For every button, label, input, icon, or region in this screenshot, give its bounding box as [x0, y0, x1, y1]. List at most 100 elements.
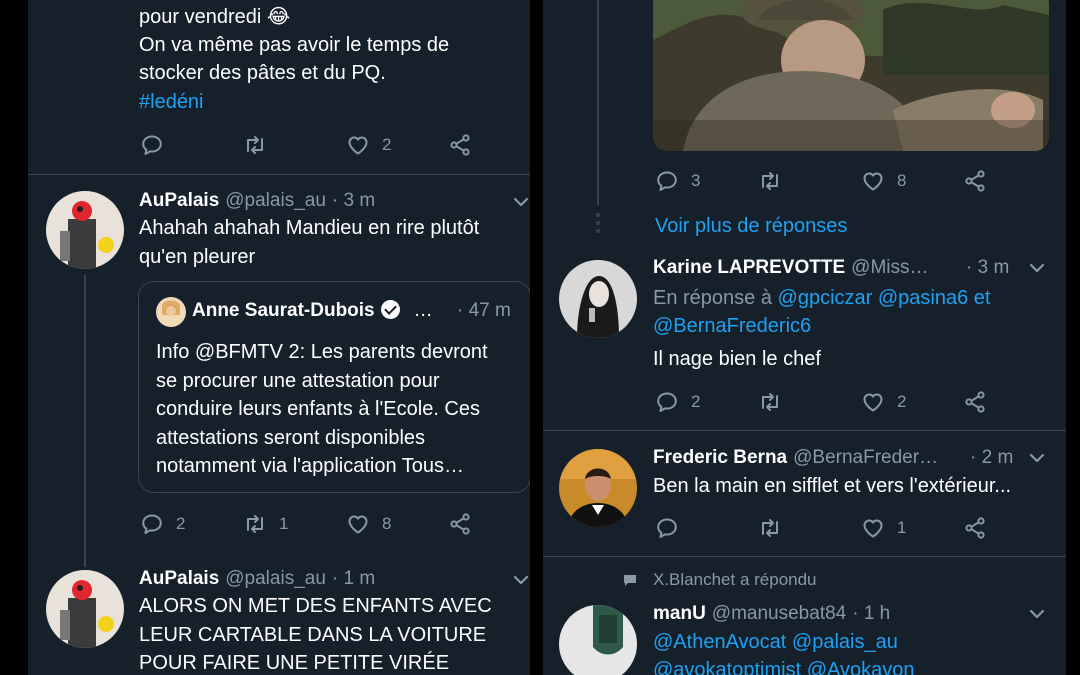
retweet-button[interactable] [758, 166, 782, 196]
like-icon [346, 133, 370, 157]
share-button[interactable] [963, 387, 987, 417]
avatar[interactable] [559, 449, 637, 527]
comment-bubble-icon [622, 572, 638, 593]
share-button[interactable] [448, 130, 472, 160]
chevron-down-icon [1028, 449, 1046, 467]
user-handle[interactable]: @manusebat84 [712, 603, 846, 624]
quoted-avatar [156, 297, 186, 327]
reply-button[interactable]: 2 [655, 387, 700, 417]
divider [543, 556, 1066, 557]
tweet-menu-button[interactable] [1028, 449, 1046, 467]
retweet-icon [243, 512, 267, 536]
tweet-text-line: ALORS ON MET DES ENFANTS AVEC [139, 595, 492, 617]
reply-mentions[interactable]: @BernaFrederic6 [653, 312, 811, 341]
chevron-down-icon [1028, 259, 1046, 277]
social-context[interactable]: X.Blanchet a répondu [653, 569, 817, 591]
thread-line [84, 275, 86, 567]
user-handle[interactable]: @Miss… [851, 257, 928, 278]
like-icon [861, 169, 885, 193]
reply-mentions[interactable]: @gpciczar @pasina6 et [778, 287, 991, 309]
thread-dot [596, 221, 600, 225]
retweet-button[interactable]: 1 [243, 509, 288, 539]
reply-count: 2 [176, 514, 186, 533]
tweet-media-photo[interactable] [653, 0, 1049, 151]
in-reply-to: En réponse à @gpciczar @pasina6 et [653, 284, 990, 313]
like-count: 2 [382, 135, 392, 154]
like-icon [861, 390, 885, 414]
like-button[interactable]: 8 [861, 166, 906, 196]
retweet-button[interactable] [758, 513, 782, 543]
quoted-tweet-card[interactable]: Anne Saurat-Dubois … · 47 m Info @BFMTV 2… [138, 281, 530, 493]
reply-button[interactable] [655, 513, 679, 543]
share-button[interactable] [448, 509, 472, 539]
tweet-mentions[interactable]: @AthenAvocat @palais_au [653, 628, 898, 657]
tweet-actions: 2 1 8 [140, 509, 480, 539]
user-handle[interactable]: @palais_au [225, 190, 326, 211]
thread-dot [596, 213, 600, 217]
display-name[interactable]: AuPalais [139, 190, 219, 211]
retweet-button[interactable] [243, 130, 267, 160]
tweet-menu-button[interactable] [512, 571, 530, 589]
tweet-menu-button[interactable] [512, 193, 530, 211]
quoted-text-line: notamment via l'application Tous… [156, 455, 465, 477]
share-icon [963, 516, 987, 540]
tweet-text-line: Il nage bien le chef [653, 348, 821, 370]
thread-line [597, 0, 599, 205]
avatar[interactable] [46, 570, 124, 648]
retweet-button[interactable] [758, 387, 782, 417]
share-button[interactable] [963, 513, 987, 543]
like-button[interactable]: 2 [346, 130, 391, 160]
quoted-tweet-time: · 47 m [457, 300, 511, 321]
hashtag-link[interactable]: #ledéni [139, 88, 204, 117]
reply-button[interactable]: 2 [140, 509, 185, 539]
tweet-menu-button[interactable] [1028, 259, 1046, 277]
like-icon [346, 512, 370, 536]
chevron-down-icon [512, 193, 530, 211]
tweet-time: · 1 m [331, 568, 376, 589]
user-handle[interactable]: @BernaFreder… [793, 447, 938, 468]
reply-count: 2 [691, 392, 701, 411]
thread-dot [596, 229, 600, 233]
avatar[interactable] [46, 191, 124, 269]
tweet-time: · 1 h [852, 603, 891, 624]
retweet-icon [758, 390, 782, 414]
quoted-tweet-header: Anne Saurat-Dubois… [192, 299, 433, 323]
like-icon [861, 516, 885, 540]
like-button[interactable]: 1 [861, 513, 906, 543]
tweet-actions: 2 [140, 130, 480, 160]
share-button[interactable] [963, 166, 987, 196]
timeline-right-column: 3 8 Voir plus de réponses Karine LAPREVO… [543, 0, 1066, 675]
like-button[interactable]: 8 [346, 509, 391, 539]
tweet-header: AuPalais @palais_au · 3 m [139, 189, 375, 213]
tweet-header: Karine LAPREVOTTE @Miss… [653, 256, 929, 280]
display-name[interactable]: AuPalais [139, 568, 219, 589]
quoted-text-line: se procurer une attestation pour [156, 370, 440, 392]
like-count: 8 [382, 514, 392, 533]
like-button[interactable]: 2 [861, 387, 906, 417]
display-name[interactable]: Karine LAPREVOTTE [653, 257, 845, 278]
timeline-left-column: pour vendredi 😂 On va même pas avoir le … [28, 0, 530, 675]
tweet-text-line: On va même pas avoir le temps de [139, 34, 450, 56]
reply-button[interactable]: 3 [655, 166, 700, 196]
reply-icon [140, 133, 164, 157]
reply-icon [655, 390, 679, 414]
display-name[interactable]: manU [653, 603, 706, 624]
avatar[interactable] [559, 260, 637, 338]
avatar[interactable] [559, 605, 637, 675]
like-count: 8 [897, 171, 907, 190]
tweet-header: Frederic Berna @BernaFreder… [653, 446, 938, 470]
tweet-menu-button[interactable] [1028, 605, 1046, 623]
tweet-mentions[interactable]: @avokatoptimist @Avokavon [653, 656, 914, 675]
show-more-replies-link[interactable]: Voir plus de réponses [655, 212, 847, 241]
tweet-text-line: pour vendredi 😂 [139, 6, 291, 28]
user-handle[interactable]: @palais_au [225, 568, 326, 589]
display-name[interactable]: Frederic Berna [653, 447, 787, 468]
tweet-time: · 2 m [970, 447, 1014, 468]
divider [543, 430, 1066, 431]
tweet-text-line: Ben la main en sifflet et vers l'extérie… [653, 475, 1012, 497]
tweet-header: manU @manusebat84 · 1 h [653, 602, 890, 626]
retweet-icon [758, 516, 782, 540]
reply-icon [655, 516, 679, 540]
quoted-display-name: Anne Saurat-Dubois [192, 300, 375, 321]
reply-button[interactable] [140, 130, 164, 160]
